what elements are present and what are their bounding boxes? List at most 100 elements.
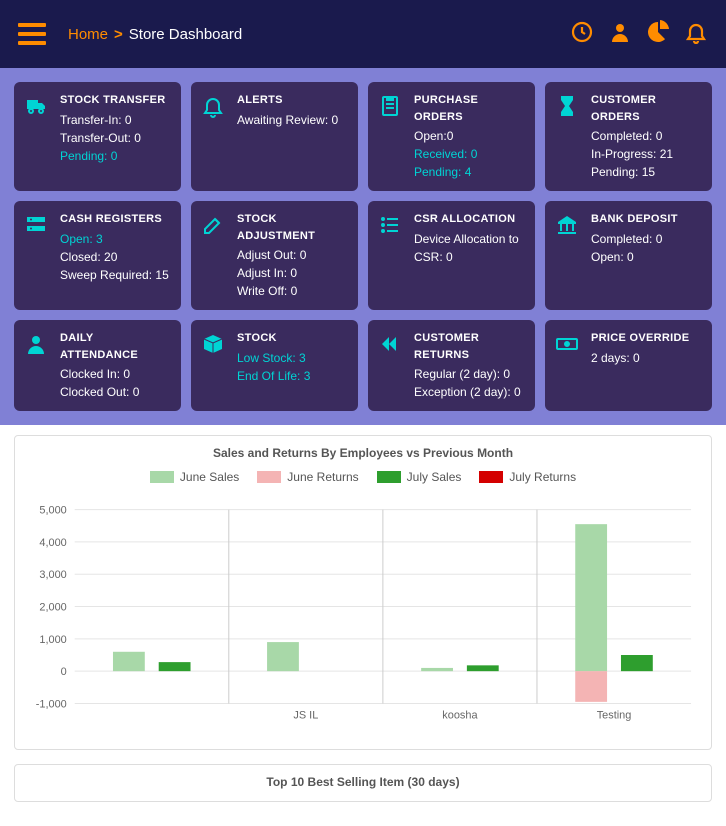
card-stat: Received: 0 (414, 145, 525, 163)
svg-text:3,000: 3,000 (39, 569, 66, 581)
card-body: CUSTOMER RETURNSRegular (2 day): 0Except… (414, 330, 525, 401)
dashboard-card[interactable]: CUSTOMER ORDERS Completed: 0In-Progress: … (545, 82, 712, 191)
svg-text:-1,000: -1,000 (36, 698, 67, 710)
person-icon (24, 330, 52, 401)
clipboard-icon (378, 92, 406, 181)
dashboard-card[interactable]: ALERTS Awaiting Review: 0 (191, 82, 358, 191)
sales-returns-chart: Sales and Returns By Employees vs Previo… (14, 435, 712, 750)
card-title: CUSTOMER ORDERS (591, 92, 702, 125)
card-body: DAILY ATTENDANCEClocked In: 0Clocked Out… (60, 330, 171, 401)
breadcrumb-home[interactable]: Home (68, 26, 108, 43)
card-stat: Closed: 20 (60, 248, 171, 266)
dashboard-card[interactable]: STOCK ADJUSTMENT Adjust Out: 0Adjust In: … (191, 201, 358, 310)
card-stat: Write Off: 0 (237, 282, 348, 300)
legend-item[interactable]: July Returns (479, 470, 576, 484)
card-stat: Completed: 0 (591, 230, 702, 248)
dashboard-card[interactable]: DAILY ATTENDANCEClocked In: 0Clocked Out… (14, 320, 181, 411)
legend-swatch (257, 471, 281, 483)
dashboard-card[interactable]: BANK DEPOSIT Completed: 0Open: 0 (545, 201, 712, 310)
card-stat: Transfer-Out: 0 (60, 129, 171, 147)
piechart-icon[interactable] (646, 20, 670, 49)
legend-label: July Returns (509, 470, 576, 484)
card-body: STOCK Low Stock: 3End Of Life: 3 (237, 330, 348, 401)
card-stat: Clocked In: 0 (60, 365, 171, 383)
charts-area: Sales and Returns By Employees vs Previo… (0, 425, 726, 826)
truck-icon (24, 92, 52, 181)
card-stat: Exception (2 day): 0 (414, 383, 525, 401)
dashboard-card[interactable]: CUSTOMER RETURNSRegular (2 day): 0Except… (368, 320, 535, 411)
card-body: STOCK TRANSFERTransfer-In: 0Transfer-Out… (60, 92, 171, 181)
legend-label: June Sales (180, 470, 239, 484)
card-stat: Pending: 0 (60, 147, 171, 165)
clock-icon[interactable] (570, 20, 594, 49)
card-stat: Pending: 15 (591, 163, 702, 181)
card-body: CSR ALLOCATIONDevice Allocation to CSR: … (414, 211, 525, 300)
card-title: PURCHASE ORDERS (414, 92, 525, 125)
card-stat: Awaiting Review: 0 (237, 111, 348, 129)
card-body: CUSTOMER ORDERS Completed: 0In-Progress: … (591, 92, 702, 181)
chart-title: Top 10 Best Selling Item (30 days) (25, 775, 701, 789)
svg-text:4,000: 4,000 (39, 537, 66, 549)
card-title: ALERTS (237, 92, 348, 109)
card-stat: End Of Life: 3 (237, 367, 348, 385)
register-icon (24, 211, 52, 300)
card-title: STOCK ADJUSTMENT (237, 211, 348, 244)
breadcrumb: Home > Store Dashboard (68, 26, 570, 43)
card-title: DAILY ATTENDANCE (60, 330, 171, 363)
hourglass-icon (555, 92, 583, 181)
edit-icon (201, 211, 229, 300)
card-body: PRICE OVERRIDE2 days: 0 (591, 330, 702, 401)
card-title: CASH REGISTERS (60, 211, 171, 228)
legend-item[interactable]: June Sales (150, 470, 239, 484)
card-title: CUSTOMER RETURNS (414, 330, 525, 363)
dashboard-card[interactable]: CSR ALLOCATIONDevice Allocation to CSR: … (368, 201, 535, 310)
card-stat: Adjust Out: 0 (237, 246, 348, 264)
dashboard-cards: STOCK TRANSFERTransfer-In: 0Transfer-Out… (0, 68, 726, 425)
svg-text:JS IL: JS IL (293, 709, 318, 721)
card-stat: Sweep Required: 15 (60, 266, 171, 284)
card-body: BANK DEPOSIT Completed: 0Open: 0 (591, 211, 702, 300)
card-title: BANK DEPOSIT (591, 211, 702, 228)
card-stat: Open: 0 (591, 248, 702, 266)
app-header: Home > Store Dashboard (0, 0, 726, 68)
page-title: Store Dashboard (129, 26, 242, 43)
box-icon (201, 330, 229, 401)
legend-label: July Sales (407, 470, 462, 484)
list-icon (378, 211, 406, 300)
bank-icon (555, 211, 583, 300)
menu-icon[interactable] (18, 23, 46, 45)
card-body: CASH REGISTERSOpen: 3Closed: 20Sweep Req… (60, 211, 171, 300)
dashboard-card[interactable]: CASH REGISTERSOpen: 3Closed: 20Sweep Req… (14, 201, 181, 310)
card-title: STOCK (237, 330, 348, 347)
legend-item[interactable]: June Returns (257, 470, 358, 484)
dashboard-card[interactable]: STOCK Low Stock: 3End Of Life: 3 (191, 320, 358, 411)
chart-title: Sales and Returns By Employees vs Previo… (25, 446, 701, 460)
svg-text:1,000: 1,000 (39, 634, 66, 646)
card-body: ALERTS Awaiting Review: 0 (237, 92, 348, 181)
legend-item[interactable]: July Sales (377, 470, 462, 484)
breadcrumb-separator: > (114, 26, 123, 43)
card-title: PRICE OVERRIDE (591, 330, 702, 347)
card-stat: Low Stock: 3 (237, 349, 348, 367)
card-stat: Pending: 4 (414, 163, 525, 181)
svg-text:5,000: 5,000 (39, 505, 66, 517)
dashboard-card[interactable]: PRICE OVERRIDE2 days: 0 (545, 320, 712, 411)
card-stat: Adjust In: 0 (237, 264, 348, 282)
card-stat: In-Progress: 21 (591, 145, 702, 163)
card-body: STOCK ADJUSTMENT Adjust Out: 0Adjust In: … (237, 211, 348, 300)
money-icon (555, 330, 583, 401)
bell-icon[interactable] (684, 20, 708, 49)
header-actions (570, 20, 708, 49)
legend-swatch (479, 471, 503, 483)
svg-text:2,000: 2,000 (39, 602, 66, 614)
card-stat: Completed: 0 (591, 127, 702, 145)
legend-swatch (377, 471, 401, 483)
user-icon[interactable] (608, 20, 632, 49)
card-title: STOCK TRANSFER (60, 92, 171, 109)
return-icon (378, 330, 406, 401)
dashboard-card[interactable]: STOCK TRANSFERTransfer-In: 0Transfer-Out… (14, 82, 181, 191)
bell-icon (201, 92, 229, 181)
dashboard-card[interactable]: PURCHASE ORDERSOpen:0Received: 0Pending:… (368, 82, 535, 191)
card-body: PURCHASE ORDERSOpen:0Received: 0Pending:… (414, 92, 525, 181)
card-stat: Device Allocation to CSR: 0 (414, 230, 525, 266)
